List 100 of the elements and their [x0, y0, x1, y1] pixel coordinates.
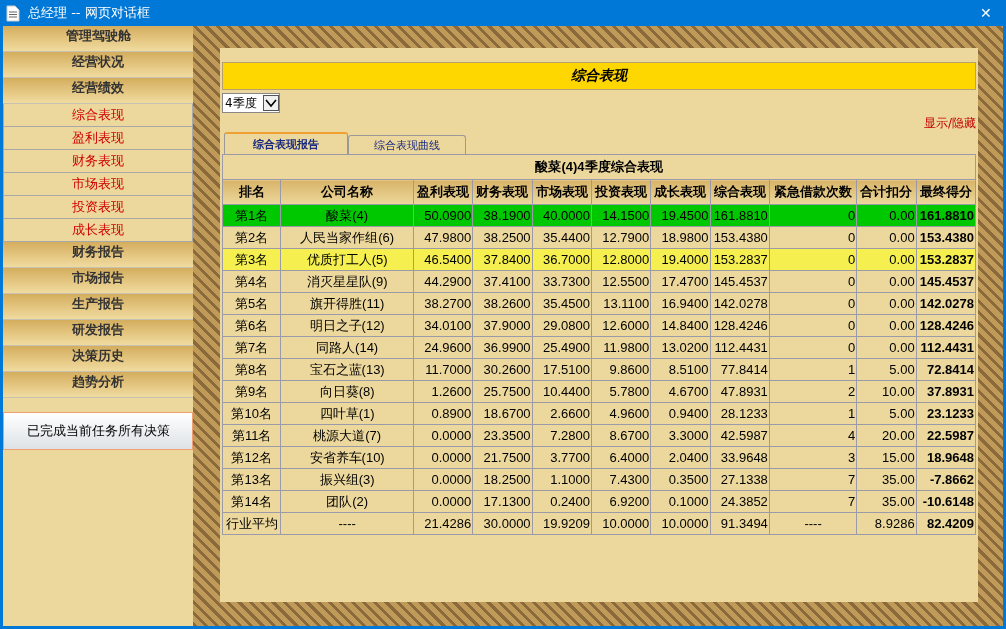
- table-cell: 161.8810: [916, 204, 976, 227]
- sidebar-item[interactable]: 成长表现: [3, 219, 193, 242]
- table-caption: 酸菜(4)4季度综合表现: [222, 154, 976, 180]
- table-cell: 同路人(14): [280, 336, 414, 359]
- sidebar-item[interactable]: 财务表现: [3, 150, 193, 173]
- table-cell: 4.9600: [591, 402, 651, 425]
- table-cell: 3: [769, 446, 857, 469]
- table-cell: 0.8900: [413, 402, 473, 425]
- table-cell: 36.7000: [532, 248, 592, 271]
- table-cell: 桃源大道(7): [280, 424, 414, 447]
- table-cell: 128.4246: [710, 314, 770, 337]
- table-cell: ----: [769, 512, 857, 535]
- tab[interactable]: 综合表现报告: [224, 132, 348, 154]
- table-cell: 0.0000: [413, 446, 473, 469]
- table-cell: 0.1000: [650, 490, 711, 513]
- table-cell: 145.4537: [710, 270, 770, 293]
- table-cell: 35.4400: [532, 226, 592, 249]
- table-cell: 153.4380: [916, 226, 976, 249]
- table-cell: 142.0278: [710, 292, 770, 315]
- table-cell: 18.9648: [916, 446, 976, 469]
- close-button[interactable]: ✕: [966, 0, 1006, 26]
- sidebar-header[interactable]: 决策历史: [3, 346, 193, 372]
- sidebar-header[interactable]: 趋势分析: [3, 372, 193, 398]
- table-cell: 消灭星星队(9): [280, 270, 414, 293]
- sidebar-header[interactable]: 管理驾驶舱: [3, 26, 193, 52]
- table-cell: 8.9286: [856, 512, 917, 535]
- sidebar-header[interactable]: 市场报告: [3, 268, 193, 294]
- table-cell: 47.8931: [710, 380, 770, 403]
- table-cell: 5.00: [856, 402, 917, 425]
- sidebar-header[interactable]: 财务报告: [3, 242, 193, 268]
- table-cell: 24.9600: [413, 336, 473, 359]
- sidebar-item[interactable]: 投资表现: [3, 196, 193, 219]
- sidebar-item[interactable]: 市场表现: [3, 173, 193, 196]
- show-hide-link[interactable]: 显示/隐藏: [923, 115, 976, 132]
- sidebar-header[interactable]: 经营绩效: [3, 78, 193, 104]
- table-cell: 21.7500: [472, 446, 533, 469]
- table-cell: 人民当家作组(6): [280, 226, 414, 249]
- table-cell: 0.00: [856, 270, 917, 293]
- sidebar-item[interactable]: 综合表现: [3, 104, 193, 127]
- table-cell: 6.9200: [591, 490, 651, 513]
- table-cell: 38.2500: [472, 226, 533, 249]
- column-header: 紧急借款次数: [769, 179, 857, 205]
- table-cell: 35.00: [856, 468, 917, 491]
- table-cell: 17.5100: [532, 358, 592, 381]
- table-cell: ----: [280, 512, 414, 535]
- tab[interactable]: 综合表现曲线: [348, 135, 466, 154]
- table-cell: 0: [769, 336, 857, 359]
- table-cell: 0: [769, 204, 857, 227]
- table-cell: 5.7800: [591, 380, 651, 403]
- table-cell: 35.4500: [532, 292, 592, 315]
- table-cell: 14.8400: [650, 314, 711, 337]
- table-cell: 第5名: [222, 292, 281, 315]
- table-cell: 0.00: [856, 204, 917, 227]
- table-cell: 25.7500: [472, 380, 533, 403]
- document-icon: [6, 4, 20, 22]
- sidebar-header[interactable]: 经营状况: [3, 52, 193, 78]
- table-cell: 4: [769, 424, 857, 447]
- table-cell: 第14名: [222, 490, 281, 513]
- table-cell: 40.0000: [532, 204, 592, 227]
- table-cell: 35.00: [856, 490, 917, 513]
- table-cell: 8.6700: [591, 424, 651, 447]
- table-cell: 153.2837: [710, 248, 770, 271]
- table-cell: 11.7000: [413, 358, 473, 381]
- table-cell: 46.5400: [413, 248, 473, 271]
- table-cell: 142.0278: [916, 292, 976, 315]
- table-cell: 0: [769, 226, 857, 249]
- sidebar-item[interactable]: 盈利表现: [3, 127, 193, 150]
- table-cell: 36.9900: [472, 336, 533, 359]
- table-cell: 15.00: [856, 446, 917, 469]
- complete-decisions-button[interactable]: 已完成当前任务所有决策: [3, 412, 193, 450]
- table-cell: 82.4209: [916, 512, 976, 535]
- table-cell: 153.2837: [916, 248, 976, 271]
- table-cell: 13.0200: [650, 336, 711, 359]
- table-cell: 四叶草(1): [280, 402, 414, 425]
- table-cell: 12.8000: [591, 248, 651, 271]
- table-cell: 24.3852: [710, 490, 770, 513]
- table-cell: 161.8810: [710, 204, 770, 227]
- table-cell: 第10名: [222, 402, 281, 425]
- window-title: 总经理 -- 网页对话框: [28, 4, 151, 22]
- sidebar-header[interactable]: 生产报告: [3, 294, 193, 320]
- table-cell: 12.6000: [591, 314, 651, 337]
- table-cell: 1: [769, 402, 857, 425]
- table-cell: 38.2700: [413, 292, 473, 315]
- table-cell: 2.6600: [532, 402, 592, 425]
- table-cell: 128.4246: [916, 314, 976, 337]
- table-cell: 0.0000: [413, 490, 473, 513]
- table-cell: 18.2500: [472, 468, 533, 491]
- table-cell: 19.9209: [532, 512, 592, 535]
- table-cell: 6.4000: [591, 446, 651, 469]
- table-cell: 38.1900: [472, 204, 533, 227]
- table-cell: 37.8931: [916, 380, 976, 403]
- table-cell: 优质打工人(5): [280, 248, 414, 271]
- table-cell: 4.6700: [650, 380, 711, 403]
- quarter-select[interactable]: 4季度: [222, 93, 280, 113]
- table-cell: 38.2600: [472, 292, 533, 315]
- table-cell: 2.0400: [650, 446, 711, 469]
- table-cell: 7.4300: [591, 468, 651, 491]
- table-cell: 5.00: [856, 358, 917, 381]
- sidebar-header[interactable]: 研发报告: [3, 320, 193, 346]
- table-cell: 37.8400: [472, 248, 533, 271]
